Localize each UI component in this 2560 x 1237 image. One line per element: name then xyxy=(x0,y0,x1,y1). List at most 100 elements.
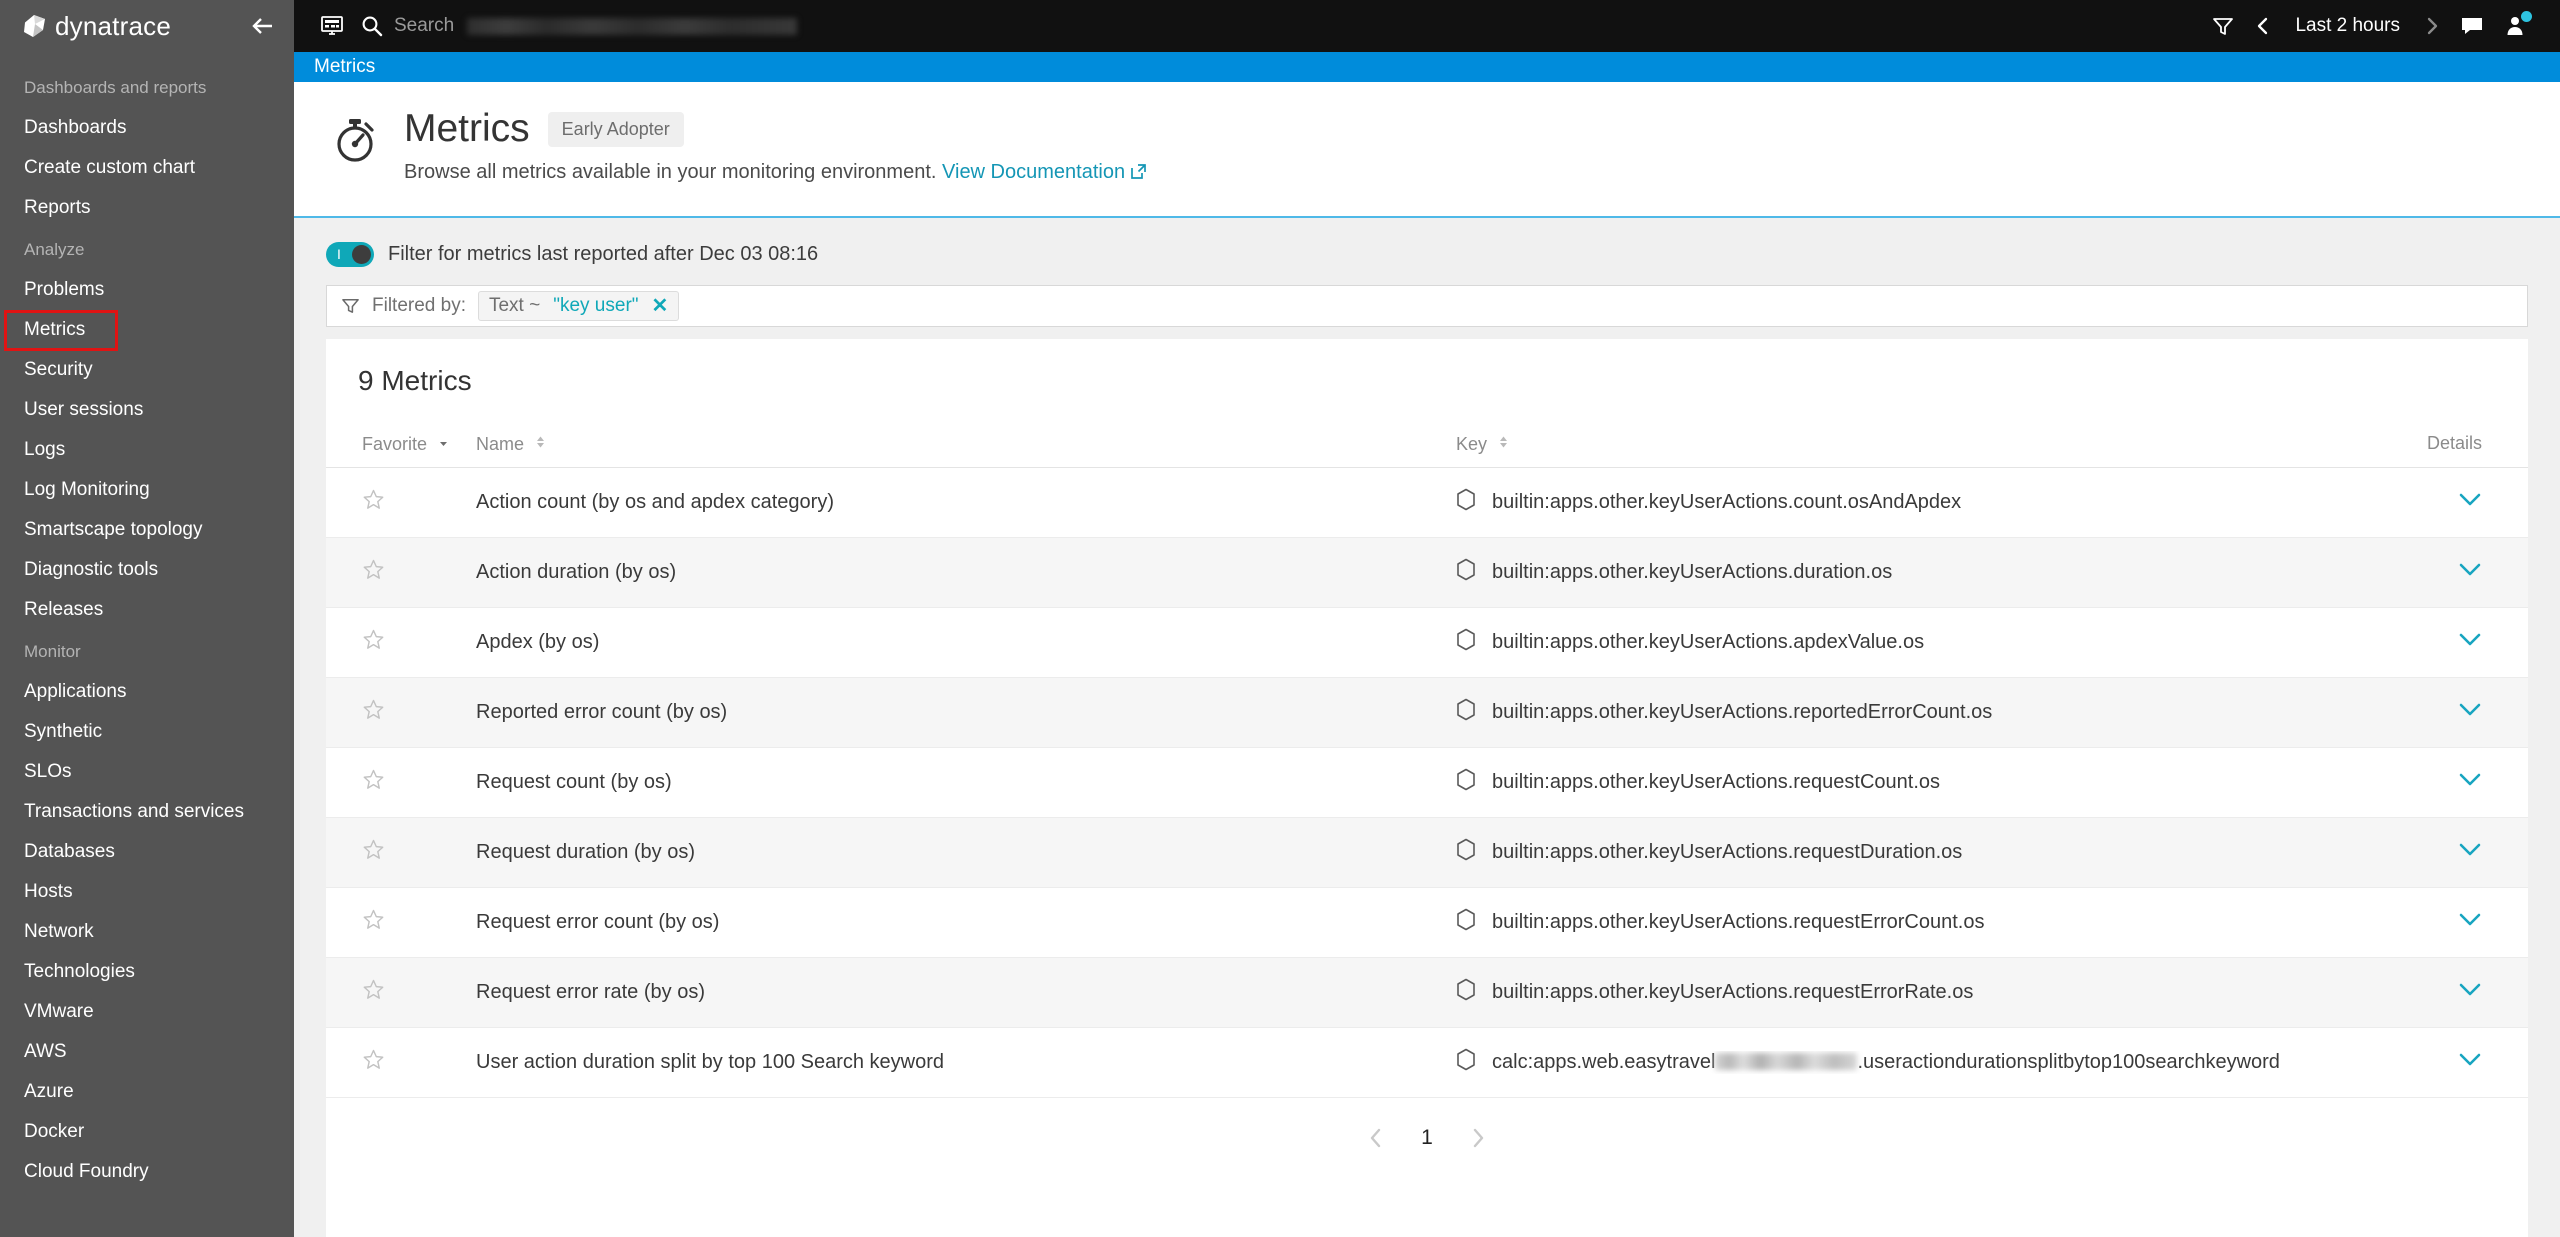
monitor-icon[interactable] xyxy=(310,0,354,52)
details-cell[interactable] xyxy=(2338,537,2528,608)
favorite-cell[interactable] xyxy=(326,887,476,958)
sidebar-item-aws[interactable]: AWS xyxy=(0,1032,294,1072)
favorite-cell[interactable] xyxy=(326,817,476,888)
details-cell[interactable] xyxy=(2338,957,2528,1028)
time-range-label[interactable]: Last 2 hours xyxy=(2285,15,2410,37)
sidebar-item-vmware[interactable]: VMware xyxy=(0,992,294,1032)
chevron-down-icon[interactable] xyxy=(2458,842,2482,858)
column-header-favorite[interactable]: Favorite xyxy=(326,422,476,468)
star-outline-icon[interactable] xyxy=(362,838,385,861)
sidebar-item-applications[interactable]: Applications xyxy=(0,672,294,712)
filter-bar[interactable]: Filtered by: Text ~ "key user" ✕ xyxy=(326,284,2528,327)
chevron-down-icon[interactable] xyxy=(2458,632,2482,648)
details-cell[interactable] xyxy=(2338,677,2528,748)
sidebar-item-create-custom-chart[interactable]: Create custom chart xyxy=(0,148,294,188)
chevron-down-icon[interactable] xyxy=(2458,772,2482,788)
sidebar-item-logs[interactable]: Logs xyxy=(0,430,294,470)
sidebar-item-smartscape-topology[interactable]: Smartscape topology xyxy=(0,510,294,550)
column-header-name[interactable]: Name xyxy=(476,422,1456,468)
details-cell[interactable] xyxy=(2338,1027,2528,1098)
sidebar-item-technologies[interactable]: Technologies xyxy=(0,952,294,992)
metric-name-cell: Request error rate (by os) xyxy=(476,957,1456,1028)
details-cell[interactable] xyxy=(2338,607,2528,678)
chevron-down-icon[interactable] xyxy=(2458,912,2482,928)
sidebar-item-cloud-foundry[interactable]: Cloud Foundry xyxy=(0,1152,294,1192)
favorite-cell[interactable] xyxy=(326,957,476,1028)
chevron-down-icon[interactable] xyxy=(2458,562,2482,578)
star-outline-icon[interactable] xyxy=(362,908,385,931)
last-reported-toggle[interactable]: I xyxy=(326,241,374,267)
star-outline-icon[interactable] xyxy=(362,1048,385,1071)
favorite-cell[interactable] xyxy=(326,537,476,608)
avatar[interactable] xyxy=(2494,0,2538,52)
star-outline-icon[interactable] xyxy=(362,488,385,511)
sidebar-item-dashboards[interactable]: Dashboards xyxy=(0,108,294,148)
tab-metrics[interactable]: Metrics xyxy=(294,56,395,78)
metric-name-cell: Reported error count (by os) xyxy=(476,677,1456,748)
details-cell[interactable] xyxy=(2338,467,2528,538)
column-header-details: Details xyxy=(2338,422,2528,468)
table-row[interactable]: Request count (by os) builtin:apps.other… xyxy=(326,747,2528,818)
sidebar-item-docker[interactable]: Docker xyxy=(0,1112,294,1152)
arrow-left-icon[interactable] xyxy=(250,13,276,39)
table-row[interactable]: Request error rate (by os) builtin:apps.… xyxy=(326,957,2528,1028)
pagination-next[interactable] xyxy=(1467,1127,1489,1149)
sidebar-item-user-sessions[interactable]: User sessions xyxy=(0,390,294,430)
sidebar-item-databases[interactable]: Databases xyxy=(0,832,294,872)
star-outline-icon[interactable] xyxy=(362,978,385,1001)
top-bar: dynatrace Search Last 2 hours xyxy=(0,0,2560,52)
sidebar-item-network[interactable]: Network xyxy=(0,912,294,952)
table-row[interactable]: Action count (by os and apdex category) … xyxy=(326,467,2528,538)
favorite-cell[interactable] xyxy=(326,1027,476,1098)
details-cell[interactable] xyxy=(2338,747,2528,818)
star-outline-icon[interactable] xyxy=(362,628,385,651)
favorite-cell[interactable] xyxy=(326,607,476,678)
logo[interactable]: dynatrace xyxy=(22,11,171,42)
sidebar-item-diagnostic-tools[interactable]: Diagnostic tools xyxy=(0,550,294,590)
chevron-down-icon[interactable] xyxy=(2458,1052,2482,1068)
page-subtitle: Browse all metrics available in your mon… xyxy=(404,161,1147,186)
table-row[interactable]: Request duration (by os) builtin:apps.ot… xyxy=(326,817,2528,888)
sidebar-item-label: Log Monitoring xyxy=(24,479,150,500)
search-input[interactable]: Search xyxy=(360,14,1281,38)
table-row[interactable]: Apdex (by os) builtin:apps.other.keyUser… xyxy=(326,607,2528,678)
chevron-down-icon[interactable] xyxy=(2458,492,2482,508)
favorite-cell[interactable] xyxy=(326,467,476,538)
details-cell[interactable] xyxy=(2338,887,2528,958)
chat-bubble-icon[interactable] xyxy=(2450,0,2494,52)
star-outline-icon[interactable] xyxy=(362,698,385,721)
star-outline-icon[interactable] xyxy=(362,558,385,581)
hexagon-icon xyxy=(1456,1048,1476,1077)
table-row[interactable]: Action duration (by os) builtin:apps.oth… xyxy=(326,537,2528,608)
sidebar-item-log-monitoring[interactable]: Log Monitoring xyxy=(0,470,294,510)
sidebar-item-azure[interactable]: Azure xyxy=(0,1072,294,1112)
close-icon[interactable]: ✕ xyxy=(652,296,669,316)
chevron-right-icon[interactable] xyxy=(2414,12,2450,40)
sidebar-item-metrics[interactable]: Metrics xyxy=(0,310,294,351)
sidebar-item-hosts[interactable]: Hosts xyxy=(0,872,294,912)
chevron-down-icon[interactable] xyxy=(2458,702,2482,718)
sidebar-item-problems[interactable]: Problems xyxy=(0,270,294,310)
view-documentation-link[interactable]: View Documentation xyxy=(942,161,1147,183)
sidebar-item-slos[interactable]: SLOs xyxy=(0,752,294,792)
table-row[interactable]: Reported error count (by os) builtin:app… xyxy=(326,677,2528,748)
sidebar-item-transactions-and-services[interactable]: Transactions and services xyxy=(0,792,294,832)
star-outline-icon[interactable] xyxy=(362,768,385,791)
sidebar-item-reports[interactable]: Reports xyxy=(0,188,294,228)
column-header-key[interactable]: Key xyxy=(1456,422,2338,468)
sidebar-item-synthetic[interactable]: Synthetic xyxy=(0,712,294,752)
table-row[interactable]: User action duration split by top 100 Se… xyxy=(326,1027,2528,1098)
pagination-current-page[interactable]: 1 xyxy=(1421,1126,1433,1150)
details-cell[interactable] xyxy=(2338,817,2528,888)
favorite-cell[interactable] xyxy=(326,677,476,748)
chevron-left-icon[interactable] xyxy=(2245,12,2281,40)
favorite-cell[interactable] xyxy=(326,747,476,818)
filter-chip[interactable]: Text ~ "key user" ✕ xyxy=(477,290,680,321)
time-range-selector[interactable]: Last 2 hours xyxy=(2245,12,2450,40)
sidebar-item-security[interactable]: Security xyxy=(0,350,294,390)
table-row[interactable]: Request error count (by os) builtin:apps… xyxy=(326,887,2528,958)
pagination-prev[interactable] xyxy=(1365,1127,1387,1149)
chevron-down-icon[interactable] xyxy=(2458,982,2482,998)
sidebar-item-releases[interactable]: Releases xyxy=(0,590,294,630)
funnel-icon[interactable] xyxy=(2201,0,2245,52)
